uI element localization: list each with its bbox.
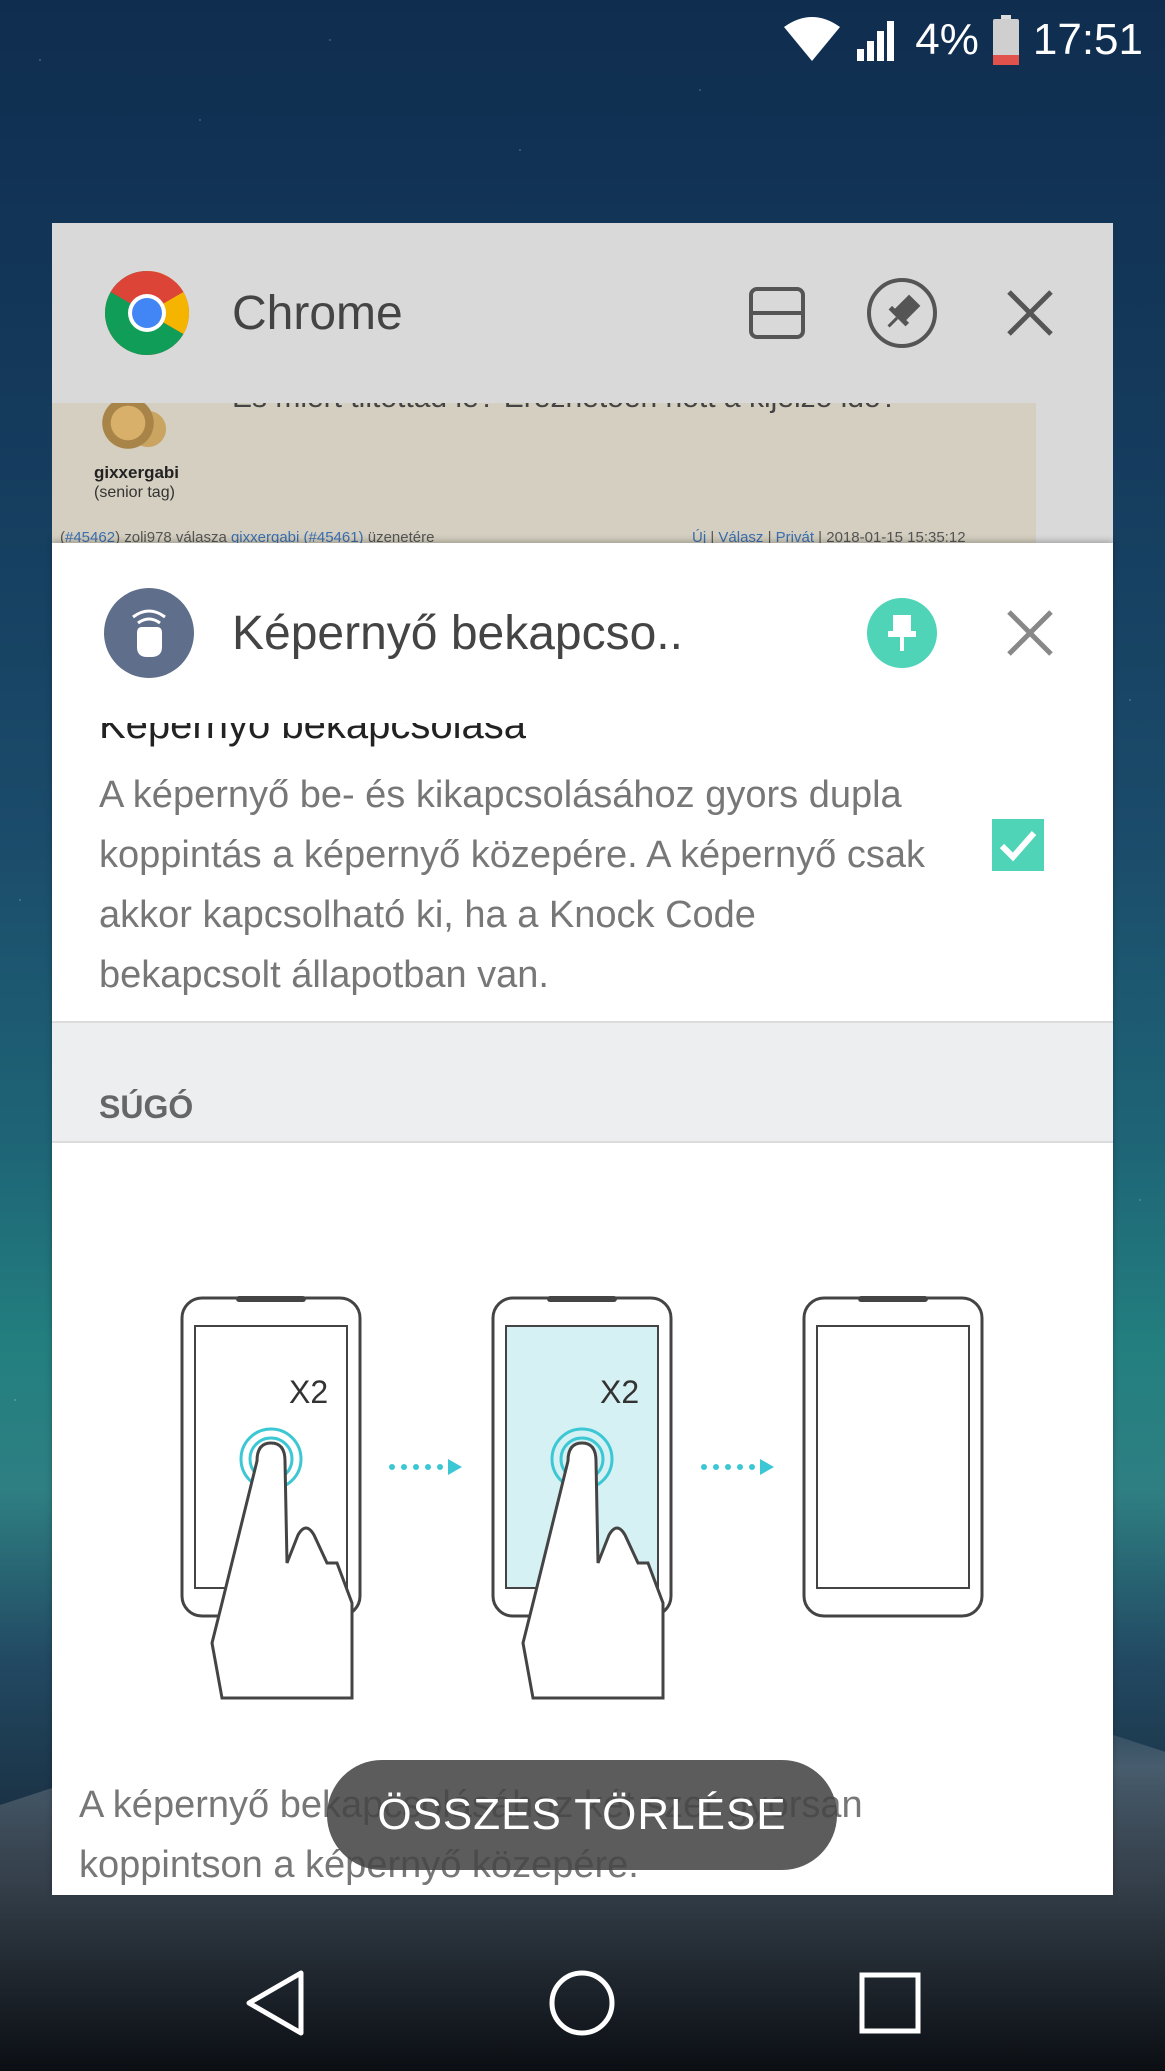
phone-step-3 — [802, 1296, 984, 1618]
clock: 17:51 — [1032, 15, 1143, 64]
back-icon — [246, 1970, 304, 2036]
recents-button[interactable] — [850, 1963, 930, 2043]
app-title: Chrome — [232, 286, 403, 340]
battery-icon — [992, 15, 1019, 65]
battery-percent: 4% — [915, 15, 979, 64]
pin-icon — [867, 278, 937, 348]
signal-icon — [857, 21, 895, 61]
navigation-bar — [0, 1935, 1165, 2071]
svg-text:X2: X2 — [600, 1374, 639, 1410]
setting-title-clip: Képernyő bekapcsolása — [52, 723, 1113, 763]
pin-button[interactable] — [867, 598, 937, 668]
status-bar: 4% 17:51 — [0, 0, 1165, 80]
checkmark-icon — [999, 831, 1037, 862]
avatar — [96, 403, 176, 453]
recents-icon — [859, 1972, 921, 2034]
knock-on-illustration: X2 X2 — [180, 1296, 984, 1700]
pin-icon — [888, 615, 916, 651]
phone-step-2: X2 — [491, 1296, 673, 1700]
clear-all-button[interactable]: ÖSSZES TÖRLÉSE — [327, 1760, 837, 1870]
svg-text:X2: X2 — [289, 1374, 328, 1410]
setting-title: Képernyő bekapcsolása — [99, 723, 526, 747]
phone-step-1: X2 — [180, 1296, 362, 1700]
close-icon — [1007, 290, 1053, 336]
card-header: Képernyő bekapcso.. — [52, 543, 1113, 723]
setting-checkbox[interactable] — [992, 819, 1044, 871]
setting-description: A képernyő be- és kikapcsolásához gyors … — [99, 774, 925, 996]
close-icon — [1007, 610, 1053, 656]
preview-rank: (senior tag) — [94, 484, 175, 501]
help-section-header: SÚGÓ — [52, 1023, 1113, 1143]
wifi-icon — [784, 17, 841, 61]
preview-username: gixxergabi — [94, 463, 180, 482]
back-button[interactable] — [235, 1963, 315, 2043]
pin-button[interactable] — [866, 277, 938, 349]
chrome-logo-icon — [104, 270, 190, 356]
split-screen-icon — [749, 287, 805, 339]
home-button[interactable] — [542, 1963, 622, 2043]
knock-hand-icon — [104, 588, 194, 678]
split-screen-button[interactable] — [741, 277, 813, 349]
close-button[interactable] — [994, 597, 1066, 669]
app-title: Képernyő bekapcso.. — [232, 606, 683, 660]
preview-cropped-line: Es miert tiltottad le? Erezhetoen hott a… — [232, 403, 897, 415]
close-button[interactable] — [994, 277, 1066, 349]
recent-app-card-settings[interactable]: Képernyő bekapcso.. Képernyő bekapcsolás… — [52, 543, 1113, 1895]
card-header: Chrome — [52, 223, 1113, 403]
help-label: SÚGÓ — [99, 1089, 194, 1125]
home-icon — [549, 1970, 615, 2036]
